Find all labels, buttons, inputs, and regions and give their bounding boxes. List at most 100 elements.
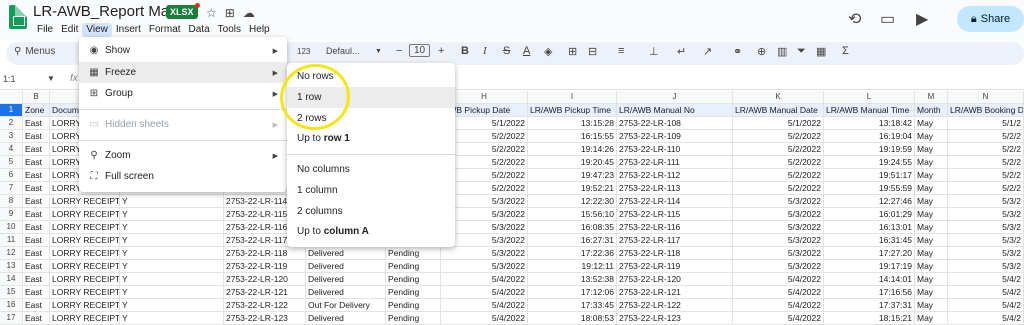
table-cell[interactable]: 2753-22-LR-121 (617, 286, 733, 299)
table-cell[interactable]: May (915, 260, 948, 273)
table-cell[interactable]: 2753-22-LR-109 (617, 130, 733, 143)
table-cell[interactable]: 5/3/2022 (733, 247, 824, 260)
table-cell[interactable]: 5/3/2 (948, 208, 1024, 221)
table-cell[interactable]: 13:18:42 (824, 117, 915, 130)
decrease-font-size-button[interactable]: − (396, 45, 402, 57)
table-cell[interactable]: 2753-22-LR-113 (617, 182, 733, 195)
table-cell[interactable]: 2753-22-LR-120 (617, 273, 733, 286)
table-cell[interactable]: May (915, 182, 948, 195)
table-cell[interactable]: 12:27:46 (824, 195, 915, 208)
table-cell[interactable]: LORRY RECEIPT (50, 273, 120, 286)
table-cell[interactable]: 5/4/2 (948, 299, 1024, 312)
table-cell[interactable]: 16:08:35 (528, 221, 617, 234)
filter-views-icon[interactable]: ▦ (816, 45, 826, 58)
table-cell[interactable]: 14:14:01 (824, 273, 915, 286)
row-number[interactable]: 7 (0, 182, 23, 195)
bold-button[interactable]: B (461, 45, 469, 57)
table-cell[interactable]: 2753-22-LR-115 (617, 208, 733, 221)
menu-format[interactable]: Format (145, 23, 185, 37)
view-menu-freeze[interactable]: ▦ Freeze ▶ (79, 62, 287, 83)
table-cell[interactable]: Y (120, 221, 224, 234)
table-cell[interactable]: 2753-22-LR-114 (617, 195, 733, 208)
row-number[interactable]: 4 (0, 143, 23, 156)
table-cell[interactable]: Pending (386, 273, 441, 286)
insert-comment-icon[interactable]: ⊕ (757, 45, 766, 58)
table-cell[interactable]: May (915, 273, 948, 286)
table-cell[interactable]: May (915, 234, 948, 247)
menu-help[interactable]: Help (245, 23, 274, 37)
menu-insert[interactable]: Insert (112, 23, 145, 37)
name-box-chevron-icon[interactable]: ▼ (47, 74, 55, 83)
table-cell[interactable]: 5/3/2022 (733, 208, 824, 221)
freeze-no-columns[interactable]: No columns (287, 159, 455, 180)
table-cell[interactable]: East (23, 286, 50, 299)
table-cell[interactable]: 5/3/2 (948, 195, 1024, 208)
borders-icon[interactable]: ⊞ (568, 45, 577, 58)
table-cell[interactable]: 5/4/2 (948, 273, 1024, 286)
comment-icon[interactable]: ▭ (880, 9, 895, 29)
table-cell[interactable]: LORRY RECEIPT (50, 195, 120, 208)
table-cell[interactable]: 5/4/2022 (441, 286, 528, 299)
table-cell[interactable]: 5/2/2022 (733, 156, 824, 169)
table-cell[interactable]: 5/3/2022 (733, 221, 824, 234)
table-cell[interactable]: 16:13:01 (824, 221, 915, 234)
table-cell[interactable]: May (915, 169, 948, 182)
menu-tools[interactable]: Tools (214, 23, 245, 37)
table-cell[interactable]: 5/3/2022 (733, 234, 824, 247)
table-cell[interactable]: 15:56:10 (528, 208, 617, 221)
table-cell[interactable]: Y (120, 260, 224, 273)
meet-icon[interactable]: ▶ (916, 9, 928, 29)
table-cell[interactable]: East (23, 195, 50, 208)
table-cell[interactable]: 17:16:56 (824, 286, 915, 299)
table-cell[interactable]: 2753-22-LR-119 (617, 260, 733, 273)
row-number[interactable]: 8 (0, 195, 23, 208)
table-cell[interactable]: 5/3/2022 (441, 247, 528, 260)
star-icon[interactable]: ☆ (206, 6, 217, 20)
cloud-status-icon[interactable]: ☁ (243, 6, 255, 20)
table-cell[interactable]: Y (120, 208, 224, 221)
view-menu-full-screen[interactable]: ⛶ Full screen (79, 166, 287, 187)
table-cell[interactable]: Pending (386, 286, 441, 299)
table-cell[interactable]: 5/3/2022 (733, 260, 824, 273)
table-cell[interactable]: May (915, 299, 948, 312)
table-cell[interactable]: May (915, 130, 948, 143)
text-color-button[interactable]: A (523, 45, 530, 57)
column-header-b[interactable]: B (23, 91, 50, 104)
table-cell[interactable]: 5/4/2022 (733, 286, 824, 299)
table-cell[interactable]: East (23, 169, 50, 182)
fill-color-icon[interactable]: ◈ (544, 45, 552, 58)
table-cell[interactable]: 19:51:17 (824, 169, 915, 182)
table-cell[interactable]: Delivered (306, 260, 386, 273)
table-cell[interactable]: 5/2/2022 (733, 182, 824, 195)
table-cell[interactable]: 5/2/2 (948, 169, 1024, 182)
table-cell[interactable]: 16:31:45 (824, 234, 915, 247)
table-cell[interactable]: 17:27:20 (824, 247, 915, 260)
table-cell[interactable]: May (915, 221, 948, 234)
row-number[interactable]: 16 (0, 299, 23, 312)
row-number[interactable]: 11 (0, 234, 23, 247)
table-cell[interactable]: Pending (386, 247, 441, 260)
table-cell[interactable]: 5/1/2 (948, 117, 1024, 130)
table-cell[interactable]: Delivered (306, 286, 386, 299)
table-cell[interactable]: Y (120, 299, 224, 312)
table-cell[interactable]: 19:17:19 (824, 260, 915, 273)
text-wrap-icon[interactable]: ↵ (677, 45, 686, 58)
table-cell[interactable]: 2753-22-LR-108 (617, 117, 733, 130)
table-cell[interactable]: 19:12:11 (528, 260, 617, 273)
table-cell[interactable]: 17:33:45 (528, 299, 617, 312)
table-cell[interactable]: East (23, 117, 50, 130)
table-cell[interactable]: 5/3/2022 (733, 195, 824, 208)
table-cell[interactable]: Delivered (306, 247, 386, 260)
table-cell[interactable]: 5/2/2 (948, 130, 1024, 143)
table-cell[interactable]: Y (120, 312, 224, 325)
table-cell[interactable]: May (915, 312, 948, 325)
table-cell[interactable]: Pending (386, 299, 441, 312)
menus-search-button[interactable]: ⚲ Menus (14, 46, 55, 57)
table-cell[interactable]: East (23, 130, 50, 143)
align-left-icon[interactable]: ≡ (618, 45, 624, 57)
functions-button[interactable]: Σ (842, 45, 849, 57)
row-number[interactable]: 12 (0, 247, 23, 260)
table-cell[interactable]: 13:52:38 (528, 273, 617, 286)
freeze-up-to-column[interactable]: Up to column A (287, 221, 455, 242)
menu-data[interactable]: Data (185, 23, 214, 37)
